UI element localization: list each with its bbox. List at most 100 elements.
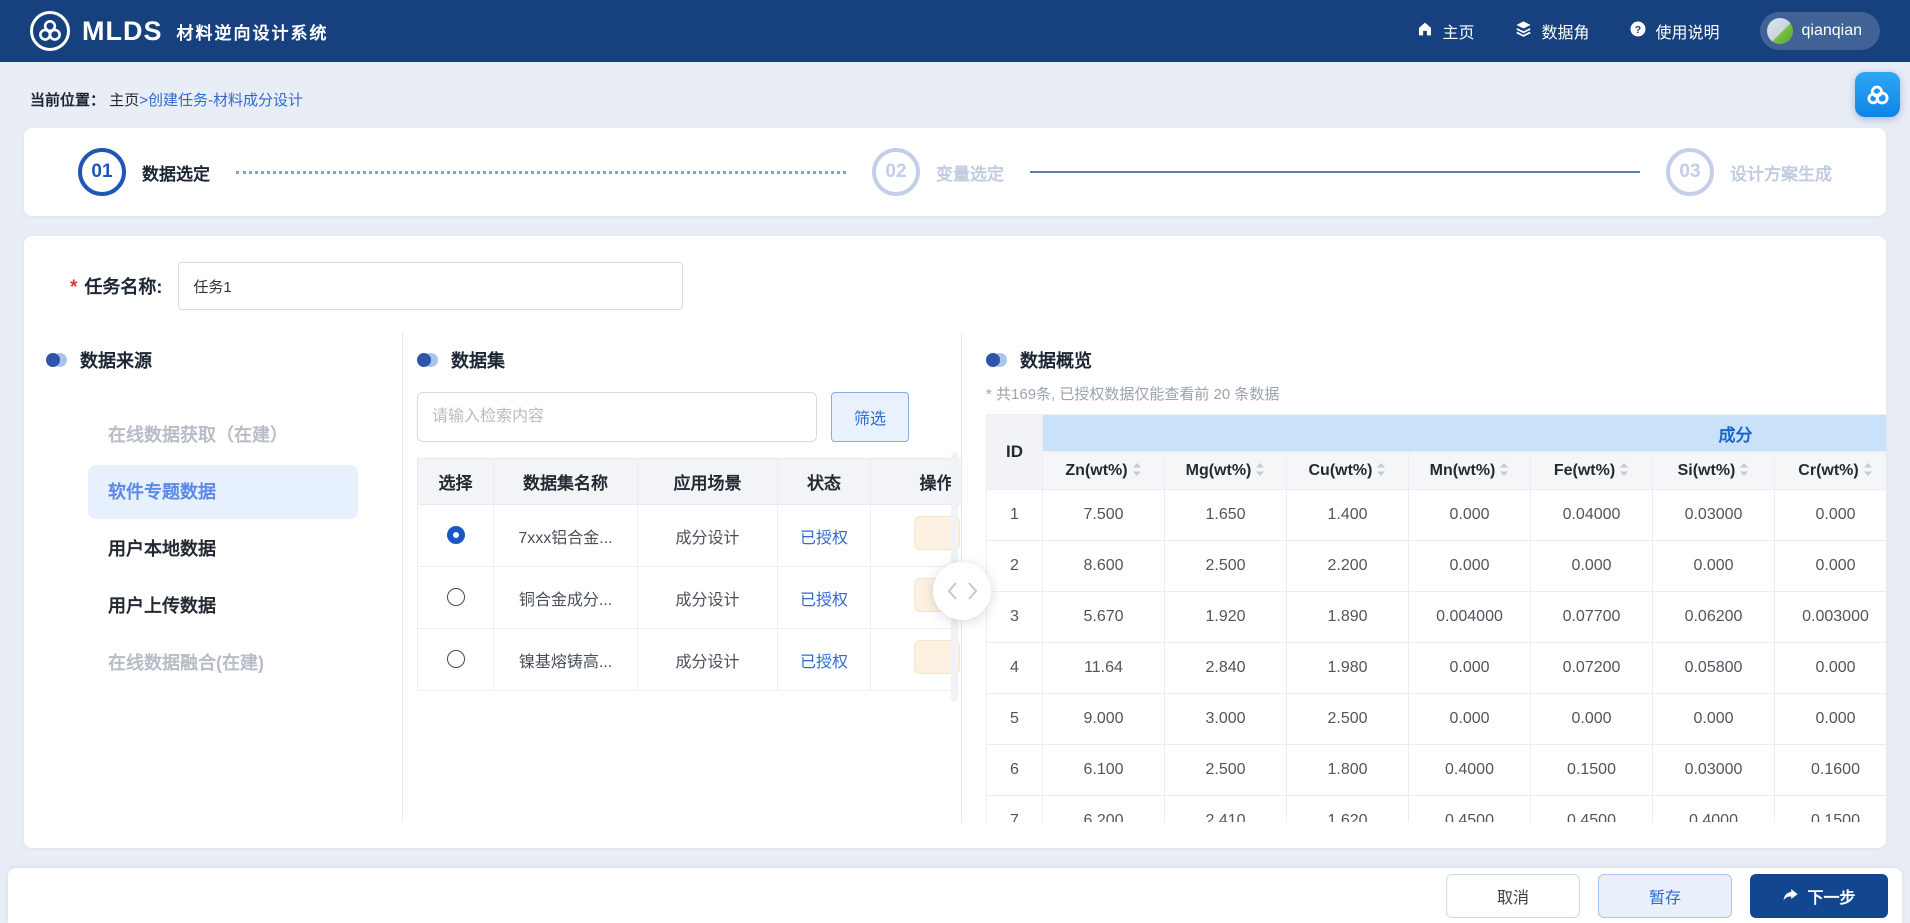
step-3-circle: 03: [1666, 148, 1714, 196]
breadcrumb-prefix: 当前位置：: [30, 92, 106, 109]
breadcrumb-current[interactable]: 创建任务-材料成分设计: [148, 92, 303, 109]
preview-value-cell: 2.410: [1164, 795, 1287, 822]
section-bullet-icon: [46, 353, 67, 367]
user-menu[interactable]: qianqian: [1759, 12, 1880, 50]
dataset-select-radio[interactable]: [446, 526, 465, 545]
preview-value-cell: 5.670: [1042, 591, 1165, 643]
sort-icon: [1740, 462, 1749, 476]
dataset-table: 选择 数据集名称 应用场景 状态 操作 7xxx铝合金... 成分设计 已授权 铜合金成分..…: [417, 458, 961, 691]
step-connector-dotted: [236, 170, 846, 174]
step-3: 03 设计方案生成: [1666, 148, 1832, 196]
data-source-item[interactable]: 用户上传数据: [88, 579, 358, 633]
breadcrumb-home[interactable]: 主页: [109, 92, 139, 109]
preview-column-header[interactable]: Mn(wt%): [1408, 451, 1531, 490]
preview-id-cell: 1: [986, 489, 1043, 541]
mlds-logo-icon: [30, 11, 70, 51]
preview-value-cell: 0.003000: [1774, 591, 1886, 643]
preview-column-header[interactable]: Zn(wt%): [1042, 451, 1165, 490]
data-source-title: 数据来源: [80, 351, 152, 371]
preview-column-header[interactable]: Cr(wt%): [1774, 451, 1886, 490]
cancel-button[interactable]: 取消: [1446, 873, 1580, 918]
preview-value-cell: 1.890: [1286, 591, 1409, 643]
nav-item-home[interactable]: 主页: [1416, 19, 1474, 43]
task-name-label: 任务名称:: [84, 277, 163, 297]
dataset-search-row: 筛选: [417, 392, 909, 442]
preview-value-cell: 1.800: [1286, 744, 1409, 796]
data-preview-title: 数据概览: [1020, 351, 1092, 371]
preview-value-cell: 6.100: [1042, 744, 1165, 796]
navbar-menu: 主页 数据角 ? 使用说明 qianqian: [1416, 12, 1880, 50]
dataset-status-link[interactable]: 已授权: [800, 530, 848, 547]
preview-value-cell: 0.000: [1774, 642, 1886, 694]
save-draft-button[interactable]: 暂存: [1598, 873, 1732, 918]
preview-limit-note: * 共169条, 已授权数据仅能查看前 20 条数据: [986, 386, 1280, 403]
preview-value-cell: 1.650: [1164, 489, 1287, 541]
preview-column-header[interactable]: Mg(wt%): [1164, 451, 1287, 490]
preview-value-cell: 2.840: [1164, 642, 1287, 694]
preview-column-header[interactable]: Cu(wt%): [1286, 451, 1409, 490]
preview-value-cell: 2.500: [1286, 693, 1409, 745]
search-input[interactable]: [417, 392, 817, 442]
dataset-status-link[interactable]: 已授权: [800, 654, 848, 671]
preview-value-cell: 0.000: [1774, 489, 1886, 541]
dataset-select-radio[interactable]: [446, 650, 465, 669]
step-2-circle: 02: [872, 148, 920, 196]
step-connector-solid: [1030, 171, 1640, 173]
stepper: 01 数据选定 02 变量选定 03 设计方案生成: [24, 128, 1886, 216]
panels-container: 数据来源 在线数据获取（在建） 软件专题数据 用户本地数据 用户上传数据 在线数据融合(…: [24, 332, 1886, 822]
breadcrumb-separator: >: [139, 92, 148, 109]
task-name-input[interactable]: [178, 262, 684, 310]
preview-value-cell: 1.400: [1286, 489, 1409, 541]
dataset-status-link[interactable]: 已授权: [800, 592, 848, 609]
dataset-name-cell: 7xxx铝合金...: [493, 504, 638, 567]
preview-column-header[interactable]: Si(wt%): [1652, 451, 1775, 490]
preview-value-cell: 0.05800: [1652, 642, 1775, 694]
dataset-column-header: 状态: [777, 458, 871, 505]
preview-value-cell: 0.03000: [1652, 744, 1775, 796]
preview-column-header[interactable]: Fe(wt%): [1530, 451, 1653, 490]
preview-group-header: 成分: [1042, 414, 1886, 452]
breadcrumb: 当前位置： 主页>创建任务-材料成分设计: [0, 62, 1910, 128]
nav-item-data-corner[interactable]: 数据角: [1514, 19, 1589, 43]
next-step-button[interactable]: 下一步: [1750, 873, 1888, 918]
data-source-item[interactable]: 用户本地数据: [88, 522, 358, 576]
filter-button[interactable]: 筛选: [831, 392, 909, 442]
preview-id-cell: 4: [986, 642, 1043, 694]
dataset-select-radio[interactable]: [446, 588, 465, 607]
preview-table-row: 1 7.500 1.650 1.400 0.000 0.04000 0.03000 0.000: [986, 489, 1886, 541]
preview-value-cell: 11.64: [1042, 642, 1165, 694]
sort-icon: [1620, 462, 1629, 476]
dataset-column-header: 应用场景: [637, 458, 778, 505]
preview-value-cell: 0.1500: [1774, 795, 1886, 822]
nav-item-help[interactable]: ? 使用说明: [1629, 19, 1720, 43]
data-source-item[interactable]: 软件专题数据: [88, 465, 358, 519]
preview-value-cell: 0.1600: [1774, 744, 1886, 796]
step-1: 01 数据选定: [78, 148, 210, 196]
preview-value-cell: 0.07700: [1530, 591, 1653, 643]
chevron-left-icon: [947, 582, 957, 600]
dataset-table-header-row: 选择 数据集名称 应用场景 状态 操作: [417, 458, 961, 505]
home-icon: [1416, 20, 1434, 43]
preview-id-cell: 5: [986, 693, 1043, 745]
nav-item-label: 主页: [1442, 25, 1475, 42]
preview-value-cell: 0.4500: [1408, 795, 1531, 822]
footer-action-bar: 取消 暂存 下一步: [8, 868, 1902, 923]
section-bullet-icon: [986, 353, 1007, 367]
svg-text:?: ?: [1635, 23, 1641, 35]
preview-value-cell: 1.980: [1286, 642, 1409, 694]
preview-value-cell: 0.06200: [1652, 591, 1775, 643]
dataset-column-header: 选择: [417, 458, 494, 505]
panel-resize-handle[interactable]: [933, 562, 991, 620]
step-1-circle: 01: [78, 148, 126, 196]
dataset-column-header: 操作: [870, 458, 961, 505]
sort-icon: [1863, 462, 1872, 476]
cloud-drive-shortcut-icon[interactable]: [1855, 72, 1900, 117]
preview-id-cell: 2: [986, 540, 1043, 592]
dataset-scene-cell: 成分设计: [637, 504, 778, 567]
preview-id-cell: 3: [986, 591, 1043, 643]
preview-value-cell: 7.500: [1042, 489, 1165, 541]
user-avatar: [1766, 18, 1793, 44]
preview-value-cell: 0.000: [1530, 693, 1653, 745]
data-preview-header: 数据概览: [986, 346, 1886, 374]
dataset-table-row: 7xxx铝合金... 成分设计 已授权: [417, 504, 961, 567]
